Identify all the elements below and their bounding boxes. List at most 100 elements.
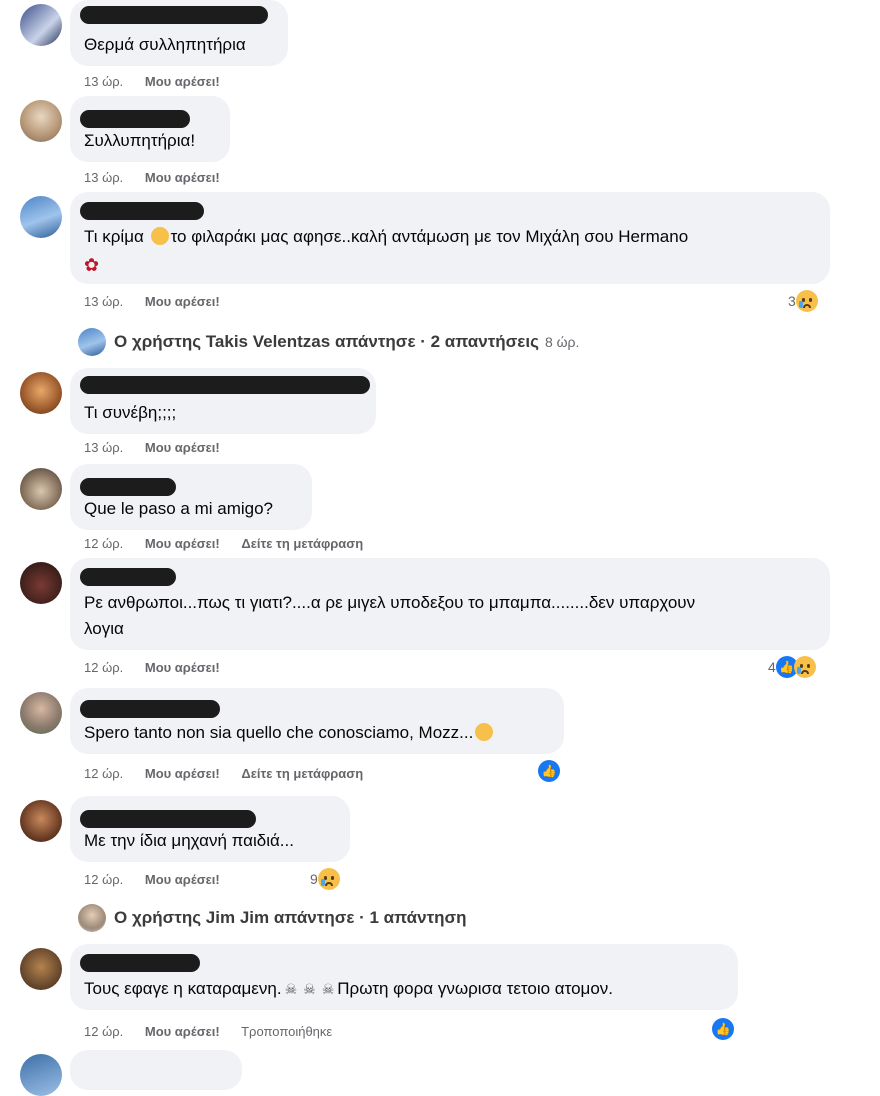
comment-bubble: Spero tanto non sia quello che conosciam…	[70, 688, 564, 754]
skull-emoji-icon: ☠	[321, 981, 335, 997]
comment-meta: 12 ώρ. Μου αρέσει! Δείτε τη μετάφραση	[84, 536, 381, 551]
redacted-name	[80, 110, 190, 128]
avatar[interactable]	[20, 692, 62, 734]
comment-meta: 13 ώρ. Μου αρέσει!	[84, 74, 238, 89]
comment-bubble: Que le paso a mi amigo?	[70, 464, 312, 530]
comment-text: Τι κρίμα το φιλαράκι μας αφησε..καλή αντ…	[84, 224, 688, 250]
comment-time[interactable]: 12 ώρ.	[84, 766, 123, 781]
comment-text: Συλλυπητήρια!	[84, 131, 196, 150]
reaction-summary[interactable]: 👍	[538, 760, 560, 782]
like-button[interactable]: Μου αρέσει!	[145, 74, 220, 89]
skull-emoji-icon: ☠	[303, 981, 316, 997]
comment-bubble: Ρε ανθρωποι...πως τι γιατι?....α ρε μιγε…	[70, 558, 830, 650]
view-replies-link[interactable]: Ο χρήστης Jim Jim απάντησε · 1 απάντηση	[78, 904, 467, 932]
comment-meta: 13 ώρ. Μου αρέσει!	[84, 440, 238, 455]
comment-time[interactable]: 12 ώρ.	[84, 660, 123, 675]
crying-emoji-icon	[150, 227, 169, 245]
avatar[interactable]	[20, 100, 62, 142]
avatar[interactable]	[20, 372, 62, 414]
comment-text-part: Τους εφαγε η καταραμενη.	[84, 979, 282, 998]
redacted-name	[80, 376, 370, 394]
redacted-name	[80, 202, 204, 220]
rose-emoji: ✿	[84, 252, 99, 279]
comment-text: Με την ίδια μηχανή παιδιά...	[84, 831, 294, 850]
avatar[interactable]	[20, 562, 62, 604]
redacted-name	[80, 810, 256, 828]
replier-avatar	[78, 328, 106, 356]
reaction-summary[interactable]: 4 👍	[768, 656, 816, 678]
comment-bubble: Τους εφαγε η καταραμενη. ☠ ☠ ☠ Πρωτη φορα γν…	[70, 944, 738, 1010]
comment-time[interactable]: 13 ώρ.	[84, 440, 123, 455]
avatar[interactable]	[20, 196, 62, 238]
comment-time[interactable]: 13 ώρ.	[84, 74, 123, 89]
comment-bubble: Με την ίδια μηχανή παιδιά...	[70, 796, 350, 862]
comment-bubble: Τι κρίμα το φιλαράκι μας αφησε..καλή αντ…	[70, 192, 830, 284]
avatar[interactable]	[20, 468, 62, 510]
replier-avatar	[78, 904, 106, 932]
comment-time[interactable]: 12 ώρ.	[84, 1024, 123, 1039]
reaction-summary[interactable]: 3	[788, 290, 818, 312]
like-button[interactable]: Μου αρέσει!	[145, 872, 220, 887]
reaction-summary[interactable]: 9	[310, 868, 340, 890]
comment-bubble: Τι συνέβη;;;;	[70, 368, 376, 434]
edited-label: Τροποποιήθηκε	[241, 1024, 333, 1039]
skull-emoji-icon: ☠	[284, 981, 298, 997]
view-replies-link[interactable]: Ο χρήστης Takis Velentzas απάντησε · 2 α…	[78, 328, 579, 356]
redacted-name	[80, 478, 176, 496]
like-button[interactable]: Μου αρέσει!	[145, 536, 220, 551]
like-button[interactable]: Μου αρέσει!	[145, 766, 220, 781]
comment-bubble: Θερμά συλληπητήρια	[70, 0, 288, 66]
see-translation-link[interactable]: Δείτε τη μετάφραση	[241, 766, 363, 781]
redacted-name	[80, 700, 220, 718]
comment-bubble: Συλλυπητήρια!	[70, 96, 230, 162]
comment-text-part: Spero tanto non sia quello che conosciam…	[84, 723, 474, 742]
sad-emoji-icon	[317, 868, 340, 890]
comment-text: λογια	[84, 619, 124, 638]
comment-time[interactable]: 12 ώρ.	[84, 872, 123, 887]
comment-text-part: το φιλαράκι μας αφησε..καλή αντάμωση με …	[170, 227, 689, 246]
like-button[interactable]: Μου αρέσει!	[145, 440, 220, 455]
sad-emoji-icon	[795, 290, 818, 312]
comment-bubble	[70, 1050, 242, 1090]
avatar[interactable]	[20, 4, 62, 46]
reaction-count: 4	[768, 659, 776, 675]
reply-time: 8 ώρ.	[544, 334, 580, 350]
avatar[interactable]	[20, 948, 62, 990]
reaction-count: 3	[788, 293, 796, 309]
sad-emoji-icon	[793, 656, 816, 678]
like-button[interactable]: Μου αρέσει!	[145, 170, 220, 185]
comment-meta: 13 ώρ. Μου αρέσει!	[84, 170, 238, 185]
comment-text: Τι συνέβη;;;;	[84, 403, 177, 422]
comment-text: Τους εφαγε η καταραμενη. ☠ ☠ ☠ Πρωτη φορα γν…	[84, 976, 613, 1002]
like-reaction-icon: 👍	[712, 1018, 734, 1040]
like-button[interactable]: Μου αρέσει!	[145, 1024, 220, 1039]
redacted-name	[80, 568, 176, 586]
avatar[interactable]	[20, 800, 62, 842]
reaction-count: 9	[310, 871, 318, 887]
like-button[interactable]: Μου αρέσει!	[145, 294, 220, 309]
comment-meta: 12 ώρ. Μου αρέσει! Τροποποιήθηκε	[84, 1024, 350, 1039]
comment-time[interactable]: 12 ώρ.	[84, 536, 123, 551]
reaction-summary[interactable]: 👍	[712, 1018, 734, 1040]
comment-meta: 12 ώρ. Μου αρέσει!	[84, 660, 238, 675]
comment-meta: 12 ώρ. Μου αρέσει!	[84, 872, 238, 887]
comment-text-part: Πρωτη φορα γνωρισα τετοιο ατομον.	[337, 979, 614, 998]
replies-text: Ο χρήστης Jim Jim απάντησε · 1 απάντηση	[114, 908, 467, 927]
like-button[interactable]: Μου αρέσει!	[145, 660, 220, 675]
comment-meta: 13 ώρ. Μου αρέσει!	[84, 294, 238, 309]
redacted-name	[80, 6, 268, 24]
comment-text: Θερμά συλληπητήρια	[84, 35, 246, 54]
avatar[interactable]	[20, 1054, 62, 1096]
comment-meta: 12 ώρ. Μου αρέσει! Δείτε τη μετάφραση	[84, 766, 381, 781]
see-translation-link[interactable]: Δείτε τη μετάφραση	[241, 536, 363, 551]
weary-emoji-icon	[475, 723, 494, 741]
redacted-name	[80, 954, 200, 972]
like-reaction-icon: 👍	[538, 760, 560, 782]
comment-time[interactable]: 13 ώρ.	[84, 294, 123, 309]
comment-text: Spero tanto non sia quello che conosciam…	[84, 720, 495, 746]
comment-time[interactable]: 13 ώρ.	[84, 170, 123, 185]
replies-text: Ο χρήστης Takis Velentzas απάντησε · 2 α…	[114, 332, 539, 351]
rose-icon: ✿	[84, 255, 100, 275]
comment-text: Que le paso a mi amigo?	[84, 499, 273, 518]
comment-text-part: Τι κρίμα	[84, 227, 144, 246]
